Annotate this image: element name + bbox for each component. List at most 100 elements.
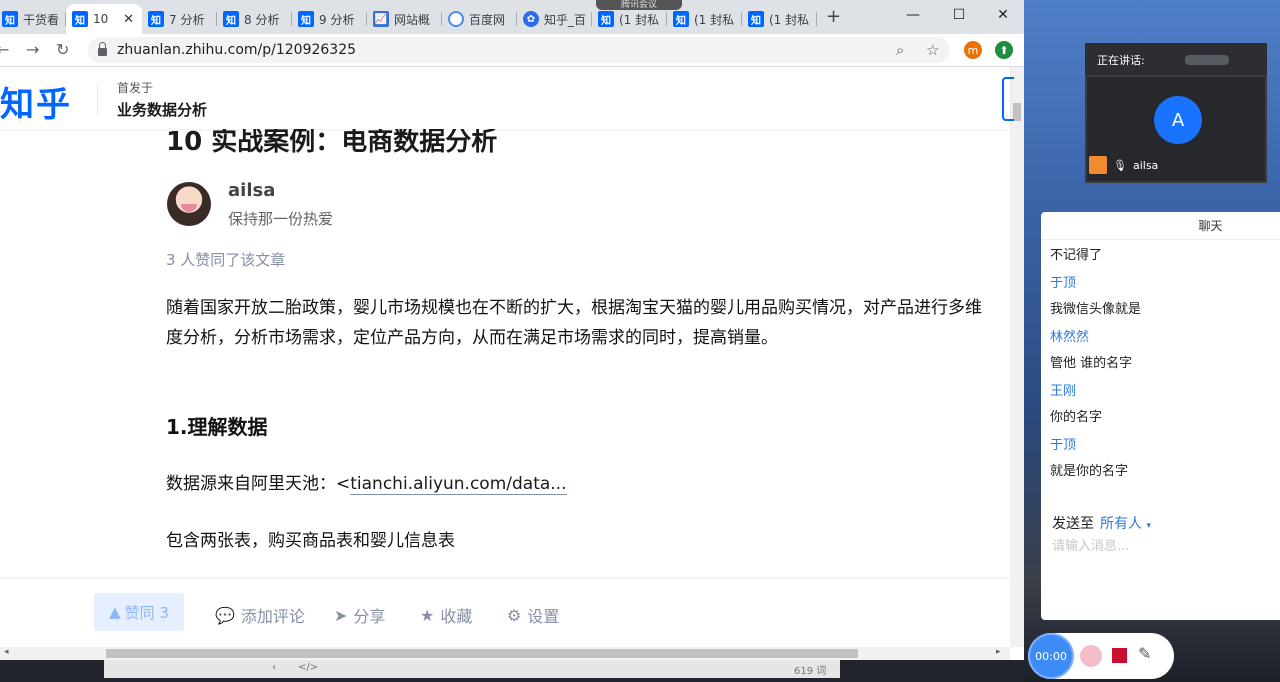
status-left-icon[interactable]: ‹ xyxy=(272,662,276,673)
comment-bubble-icon: 💬 xyxy=(215,605,235,625)
upvote-button[interactable]: ▲ 赞同 3 xyxy=(94,593,184,631)
zhihu-favicon-icon: 知 xyxy=(673,11,689,27)
scrollbar-thumb[interactable] xyxy=(1013,103,1021,121)
maximize-button[interactable]: ☐ xyxy=(936,0,982,30)
author-name-link[interactable]: ailsa xyxy=(228,180,275,201)
comment-label: 添加评论 xyxy=(240,607,305,626)
settings-label: 设置 xyxy=(527,607,560,626)
column-name-link[interactable]: 业务数据分析 xyxy=(117,99,207,120)
close-window-button[interactable]: ✕ xyxy=(980,0,1024,30)
baidu-paw-favicon-icon: ✿ xyxy=(523,11,539,27)
dropdown-caret-icon: ▾ xyxy=(1146,521,1151,531)
microphone-toggle-icon[interactable] xyxy=(1080,645,1102,667)
data-source-paragraph: 数据源来自阿里天池：<tianchi.aliyun.com/data... xyxy=(166,469,988,499)
tab-label: 9 分析 xyxy=(319,12,355,27)
share-button[interactable]: ➤ 分享 xyxy=(334,603,385,627)
host-badge-icon xyxy=(1089,156,1107,174)
author-bio: 保持那一份热爱 xyxy=(228,210,334,228)
close-tab-icon[interactable]: ✕ xyxy=(123,12,134,27)
chat-sender: 王刚 xyxy=(1050,384,1077,399)
tab-6[interactable]: 📈 网站概 xyxy=(367,4,442,34)
tab-4[interactable]: 知 8 分析 xyxy=(217,4,292,34)
tab-label: 7 分析 xyxy=(169,12,205,27)
zhihu-logo[interactable]: 知乎 xyxy=(0,77,72,126)
minimize-button[interactable]: — xyxy=(890,0,936,30)
editor-status-bar: ‹ </> 619 词 xyxy=(104,660,840,678)
address-bar[interactable]: zhuanlan.zhihu.com/p/120926325 ⌕ ☆ xyxy=(88,37,950,63)
back-arrow-icon[interactable]: ← xyxy=(0,40,9,59)
tab-label: (1 封私 xyxy=(769,12,810,27)
tab-2-active[interactable]: 知 10 ✕ xyxy=(66,4,142,34)
tab-1[interactable]: 知 干货看 xyxy=(0,4,66,34)
tab-11[interactable]: 知 (1 封私 xyxy=(742,4,817,34)
lock-icon xyxy=(98,42,107,56)
zhihu-favicon-icon: 知 xyxy=(2,11,18,27)
meeting-video-panel: 正在讲话: A 🎙 ailsa xyxy=(1085,43,1267,183)
reload-icon[interactable]: ↻ xyxy=(56,40,69,59)
browser-toolbar: ← → ↻ zhuanlan.zhihu.com/p/120926325 ⌕ ☆… xyxy=(0,34,1024,67)
browser-window: 知 干货看 知 10 ✕ 知 7 分析 知 8 分析 知 9 分析 📈 网站概 … xyxy=(0,0,1024,660)
zoom-icon[interactable]: ⌕ xyxy=(896,41,904,59)
extension-upload-icon[interactable]: ⬆ xyxy=(995,41,1013,59)
recording-timer[interactable]: 00:00 xyxy=(1030,635,1072,677)
send-to-label: 发送至 xyxy=(1052,516,1094,532)
favorite-button[interactable]: ★ 收藏 xyxy=(420,603,472,627)
star-icon: ★ xyxy=(420,605,435,625)
chat-message: 不记得了 xyxy=(1050,248,1103,263)
zhihu-favicon-icon: 知 xyxy=(223,11,239,27)
scroll-left-arrow-icon[interactable]: ◂ xyxy=(4,647,9,657)
share-plane-icon: ➤ xyxy=(334,605,348,625)
settings-button[interactable]: ⚙ 设置 xyxy=(507,603,559,627)
participant-label: 🎙 ailsa xyxy=(1089,155,1158,175)
tab-3[interactable]: 知 7 分析 xyxy=(142,4,217,34)
participant-name: ailsa xyxy=(1132,158,1159,172)
author-avatar[interactable] xyxy=(167,182,211,226)
data-source-link[interactable]: tianchi.aliyun.com/data... xyxy=(350,474,567,495)
speaking-label: 正在讲话: xyxy=(1097,54,1145,67)
zhihu-favicon-icon: 知 xyxy=(72,11,88,27)
tab-7[interactable]: 百度网 xyxy=(442,4,517,34)
scroll-right-arrow-icon[interactable]: ▸ xyxy=(996,647,1001,657)
header-right-button[interactable] xyxy=(1002,77,1014,121)
new-tab-button[interactable]: + xyxy=(826,6,841,27)
participant-video[interactable]: A 🎙 ailsa xyxy=(1087,77,1265,181)
article-body: 10 实战案例：电商数据分析 ailsa 保持那一份热爱 3 人赞同了该文章 随… xyxy=(0,67,1010,579)
favorite-label: 收藏 xyxy=(440,607,473,626)
data-source-prefix: 数据源来自阿里天池：< xyxy=(166,474,351,494)
tab-5[interactable]: 知 9 分析 xyxy=(292,4,367,34)
word-count: 619 词 xyxy=(794,666,827,677)
chat-sender: 于顶 xyxy=(1050,438,1077,453)
url-text[interactable]: zhuanlan.zhihu.com/p/120926325 xyxy=(117,42,356,58)
horizontal-scrollbar[interactable]: ◂ ▸ xyxy=(0,647,1010,660)
header-divider xyxy=(97,83,98,115)
tab-8[interactable]: ✿ 知乎_百 xyxy=(517,4,592,34)
stop-recording-icon[interactable] xyxy=(1112,648,1127,663)
tab-label: (1 封私 xyxy=(694,12,735,27)
send-to-row: 发送至 所有人 ▾ xyxy=(1052,513,1151,533)
speaking-bar: 正在讲话: xyxy=(1085,43,1267,75)
chat-message: 我微信头像就是 xyxy=(1050,302,1142,317)
upvote-triangle-icon: ▲ xyxy=(109,603,121,621)
pen-annotate-icon[interactable]: ✎ xyxy=(1138,644,1151,663)
chat-sender: 林然然 xyxy=(1050,330,1090,345)
vote-count-text[interactable]: 3 人赞同了该文章 xyxy=(166,249,285,270)
vertical-scrollbar[interactable] xyxy=(1010,67,1024,647)
chat-message-input[interactable] xyxy=(1050,538,1274,555)
intro-paragraph: 随着国家开放二胎政策，婴儿市场规模也在不断的扩大，根据淘宝天猫的婴儿用品购买情况… xyxy=(166,298,982,348)
send-to-dropdown[interactable]: 所有人 ▾ xyxy=(1100,513,1151,533)
forward-arrow-icon[interactable]: → xyxy=(26,40,39,59)
baidu-pan-favicon-icon xyxy=(448,11,464,27)
zhihu-favicon-icon: 知 xyxy=(298,11,314,27)
tab-label: 知乎_百 xyxy=(544,12,587,27)
zhihu-header: 知乎 首发于 业务数据分析 xyxy=(0,67,1014,129)
scrollbar-thumb[interactable] xyxy=(106,649,858,658)
meeting-indicator[interactable]: 腾讯会议 xyxy=(596,0,682,10)
tab-bar: 知 干货看 知 10 ✕ 知 7 分析 知 8 分析 知 9 分析 📈 网站概 … xyxy=(0,0,1024,34)
comment-button[interactable]: 💬 添加评论 xyxy=(215,603,305,627)
profile-avatar-icon[interactable]: m xyxy=(964,41,982,59)
zhihu-favicon-icon: 知 xyxy=(148,11,164,27)
chat-message: 就是你的名字 xyxy=(1050,464,1129,479)
code-view-icon[interactable]: </> xyxy=(298,662,318,673)
bookmark-star-icon[interactable]: ☆ xyxy=(926,41,939,59)
recording-toolbar: 00:00 ✎ xyxy=(1028,633,1174,679)
